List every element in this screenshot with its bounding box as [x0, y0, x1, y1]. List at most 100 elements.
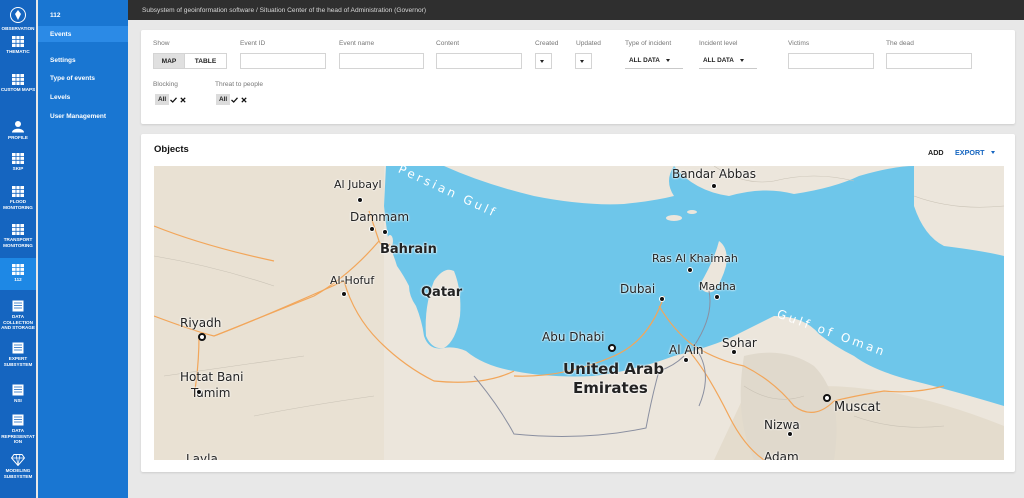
rail-data-collection[interactable]: DATA COLLECTION AND STORAGE [0, 300, 36, 334]
the-dead-label: The dead [886, 40, 914, 47]
map-label-abu-dhabi: Abu Dhabi [542, 330, 605, 344]
export-label: EXPORT [955, 148, 985, 157]
incident-level-select[interactable]: ALL DATA [699, 53, 757, 69]
map-label-dammam: Dammam [350, 210, 410, 224]
event-name-input[interactable] [339, 53, 424, 69]
map-view[interactable]: Persian Gulf Gulf of Oman Al Jubayl Damm… [154, 166, 1004, 460]
grid-icon [12, 264, 24, 275]
map-capital-riyadh[interactable] [198, 333, 206, 341]
type-of-incident-label: Type of incident [625, 40, 672, 47]
rail-profile[interactable]: PROFILE [0, 120, 36, 144]
caret-down-icon [990, 151, 995, 154]
map-dot-al-jubayl[interactable] [357, 197, 363, 203]
map-dot-dubai[interactable] [659, 296, 665, 302]
map-label-al-ain: Al Ain [669, 343, 704, 357]
filter-panel: Show MAP TABLE Event ID Event name Conte… [141, 30, 1015, 124]
submenu-112: 112 Events Settings Type of events Level… [38, 0, 128, 498]
map-label-hotat-bani: Hotat Bani [180, 370, 244, 384]
blocking-all-option[interactable]: All [155, 94, 170, 105]
close-icon[interactable] [178, 94, 187, 105]
grid-icon [12, 74, 24, 85]
created-dropdown[interactable] [535, 53, 552, 69]
seal-icon [10, 7, 26, 23]
blocking-label: Blocking [153, 81, 178, 88]
rail-label-observation: OBSERVATION [1, 26, 35, 31]
map-label-muscat: Muscat [834, 400, 881, 415]
rail-data-representation[interactable]: DATA REPRESENTAT ION [0, 414, 36, 450]
rail-custom-maps[interactable]: CUSTOM MAPS [0, 74, 36, 98]
victims-input[interactable] [788, 53, 874, 69]
map-dot-ras-al-khaimah[interactable] [687, 267, 693, 273]
victims-label: Victims [788, 40, 810, 47]
submenu-item-events[interactable]: Events [38, 26, 128, 42]
submenu-item-levels[interactable]: Levels [38, 89, 128, 105]
rail-label-expert: EXPERT SUBSYSTEM [3, 356, 33, 367]
map-label-al-hofuf: Al-Hofuf [330, 274, 375, 287]
rail-label-thematic: THEMATIC [6, 49, 30, 54]
submenu-item-type-of-events[interactable]: Type of events [38, 70, 128, 86]
rail-label-transport: TRANSPORT MONITORING [3, 237, 33, 248]
rail-label-skip: SKIP [12, 166, 24, 171]
map-label-united-arab: United Arab [563, 360, 665, 378]
type-of-incident-select[interactable]: ALL DATA [625, 53, 683, 69]
show-label: Show [153, 40, 170, 47]
map-dot-madha[interactable] [714, 294, 720, 300]
the-dead-input[interactable] [886, 53, 972, 69]
document-icon [12, 300, 24, 312]
map-dot-hotat-bani-tamim[interactable] [196, 389, 202, 395]
map-dot-al-ain[interactable] [683, 357, 689, 363]
rail-skip[interactable]: SKIP [0, 153, 36, 175]
rail-flood-monitoring[interactable]: FLOOD MONITORING [0, 186, 36, 214]
incident-level-label: Incident level [699, 40, 738, 47]
person-icon [12, 121, 24, 133]
rail-label-modeling: MODELING SUBSYSTEM [3, 468, 33, 479]
rail-nsi[interactable]: NSI [0, 384, 36, 406]
add-button[interactable]: ADD [928, 148, 944, 157]
module-rail: OBSERVATION THEMATIC CUSTOM MAPS PROFILE… [0, 0, 36, 498]
rail-thematic[interactable]: THEMATIC [0, 36, 36, 60]
objects-title: Objects [154, 144, 189, 155]
submenu-title: 112 [50, 12, 61, 19]
document-icon [12, 384, 24, 396]
blocking-filter: All [155, 94, 187, 105]
map-capital-abu-dhabi[interactable] [608, 344, 616, 352]
map-dot-manama[interactable] [382, 229, 388, 235]
rail-transport-monitoring[interactable]: TRANSPORT MONITORING [0, 224, 36, 252]
map-label-layla: Layla [186, 452, 218, 460]
threat-filter: All [216, 94, 248, 105]
map-label-emirates: Emirates [573, 379, 648, 397]
close-icon[interactable] [239, 94, 248, 105]
content-input[interactable] [436, 53, 522, 69]
map-label-dubai: Dubai [620, 282, 656, 296]
check-icon[interactable] [169, 94, 178, 105]
check-icon[interactable] [230, 94, 239, 105]
threat-all-option[interactable]: All [216, 94, 231, 105]
table-view-button[interactable]: TABLE [185, 53, 227, 69]
rail-112[interactable]: 112 [0, 258, 36, 290]
caret-down-icon [580, 59, 584, 63]
rail-label-flood: FLOOD MONITORING [3, 199, 33, 210]
event-id-label: Event ID [240, 40, 266, 47]
grid-icon [12, 36, 24, 47]
rail-modeling-subsystem[interactable]: MODELING SUBSYSTEM [0, 454, 36, 484]
map-label-bahrain: Bahrain [380, 242, 437, 257]
breadcrumb: Subsystem of geoinformation software / S… [142, 6, 427, 14]
updated-dropdown[interactable] [575, 53, 592, 69]
map-dot-al-hofuf[interactable] [341, 291, 347, 297]
grid-icon [12, 224, 24, 235]
submenu-item-user-management[interactable]: User Management [38, 108, 128, 124]
caret-down-icon [739, 59, 744, 62]
rail-label-112: 112 [14, 277, 22, 282]
submenu-item-settings[interactable]: Settings [38, 52, 128, 68]
map-view-button[interactable]: MAP [153, 53, 185, 69]
document-icon [12, 342, 24, 354]
map-label-bandar-abbas: Bandar Abbas [672, 167, 756, 181]
map-capital-muscat[interactable] [823, 394, 831, 402]
rail-expert-subsystem[interactable]: EXPERT SUBSYSTEM [0, 342, 36, 370]
breadcrumb-bar: Subsystem of geoinformation software / S… [128, 0, 1024, 20]
event-id-input[interactable] [240, 53, 326, 69]
export-dropdown[interactable]: EXPORT [955, 148, 995, 157]
map-dot-bandar-abbas[interactable] [711, 183, 717, 189]
map-dot-dammam[interactable] [369, 226, 375, 232]
view-toggle: MAP TABLE [153, 53, 227, 69]
